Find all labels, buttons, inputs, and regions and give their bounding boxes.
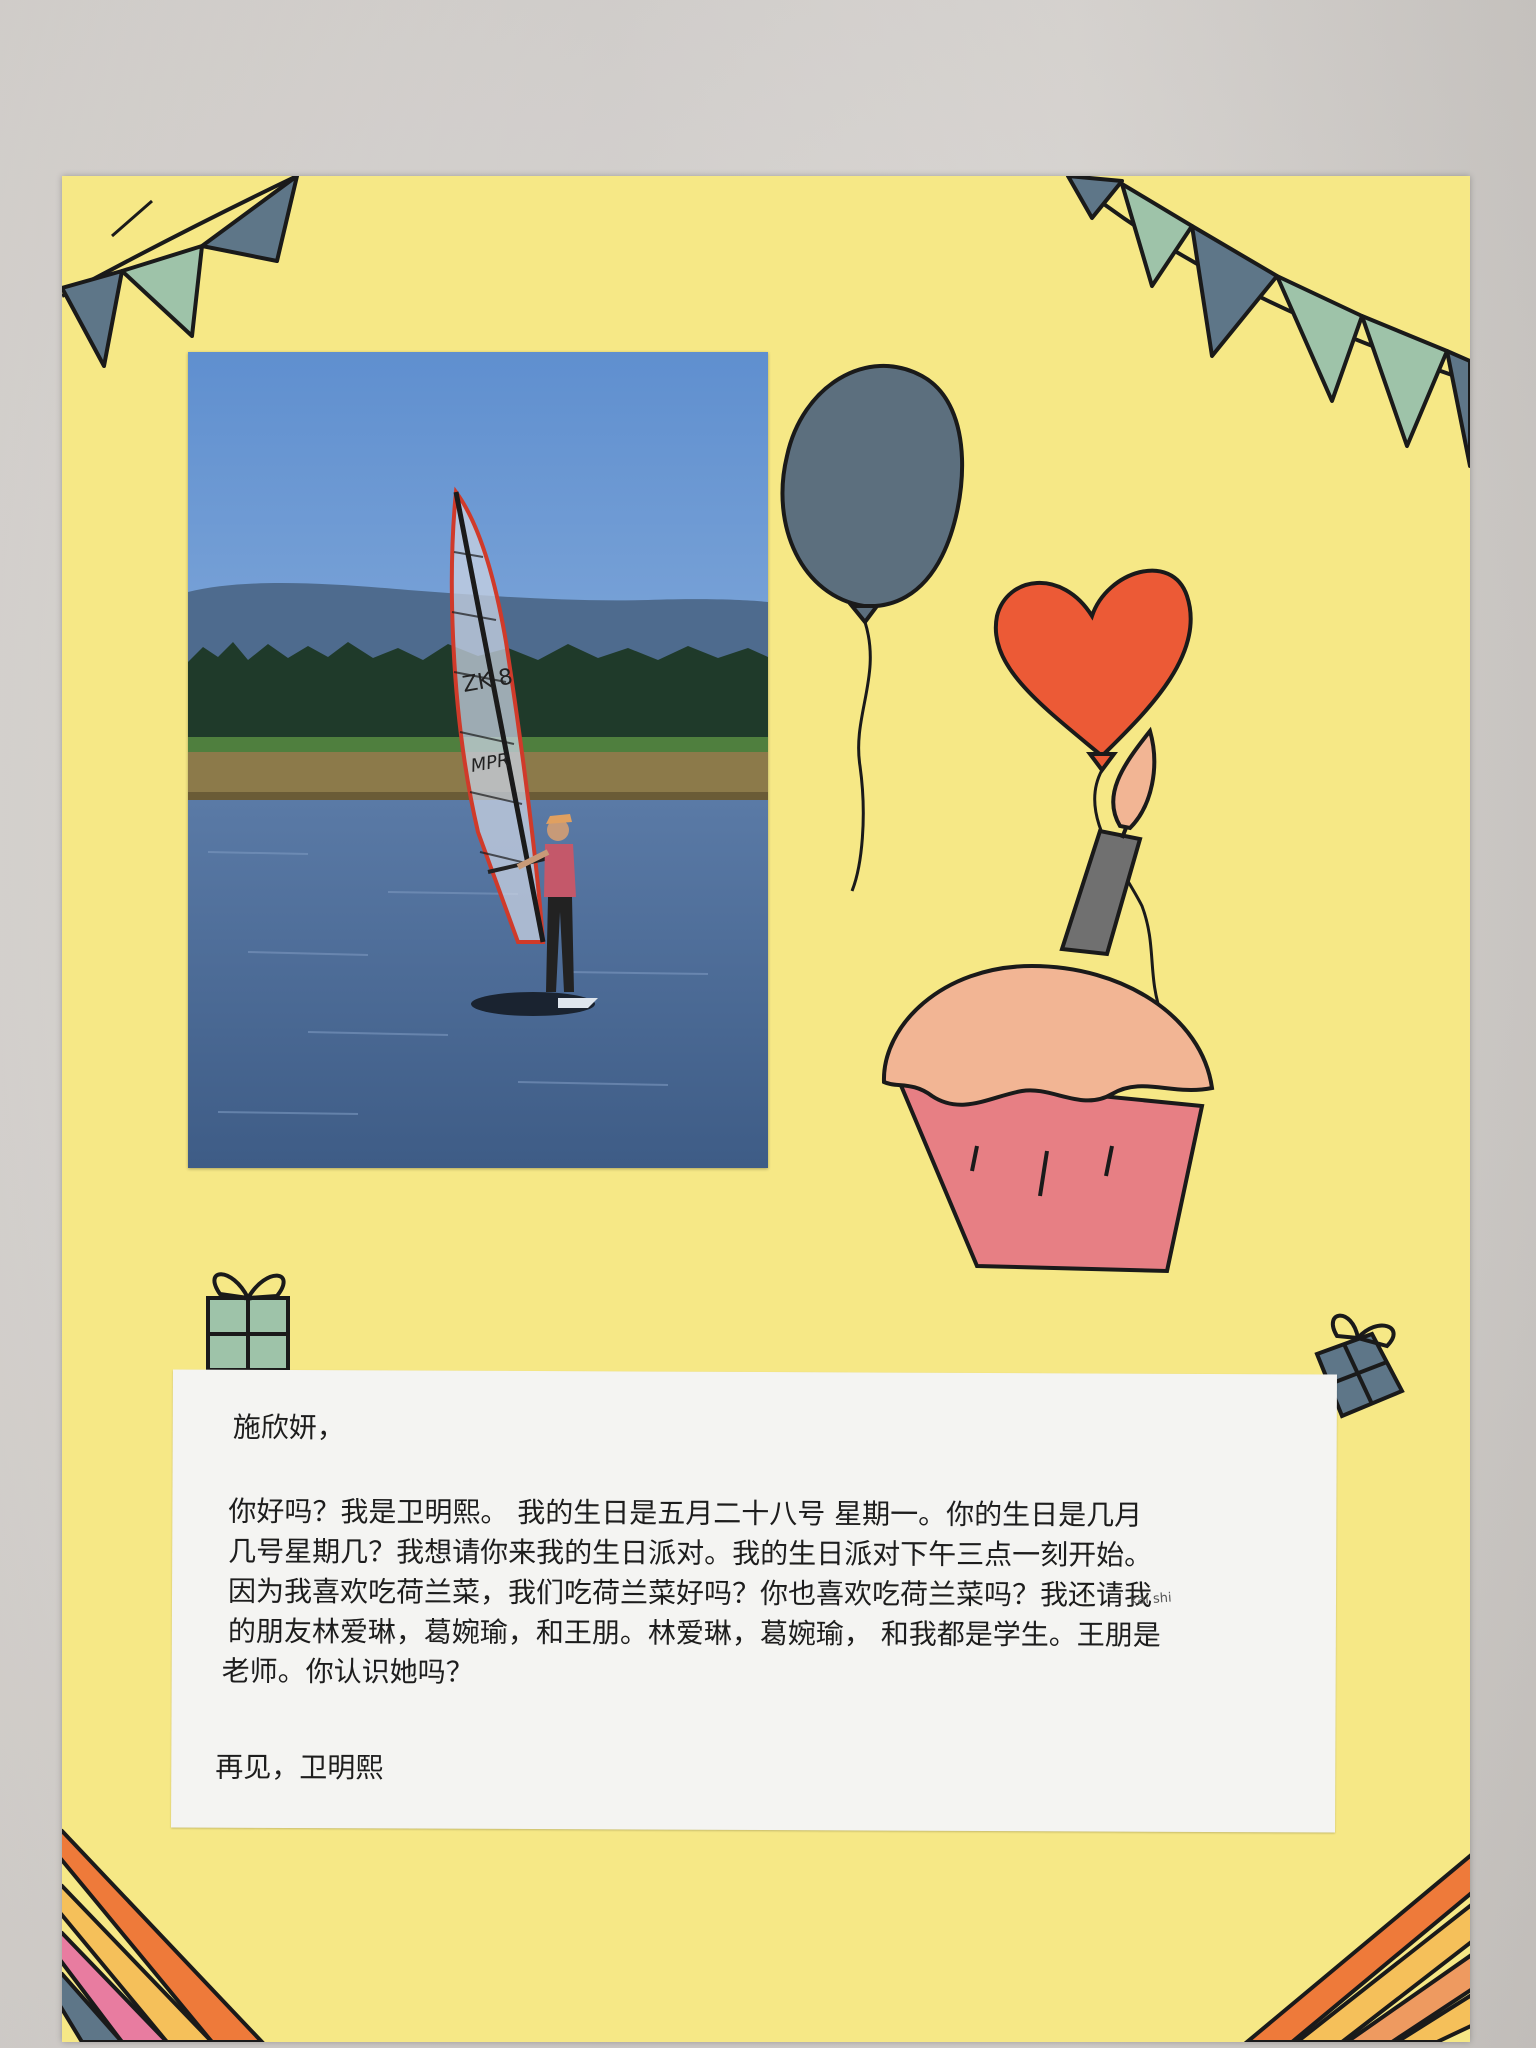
letter-greeting: 施欣妍， [232, 1410, 345, 1445]
cupcake-icon [881, 963, 1215, 1274]
rainbow-stripes-icon [1243, 1853, 1470, 2042]
birthday-invitation-poster: ZK 8 MPR 施欣妍， 你好吗？我是卫明熙。 我的生日是五月二十八号 星期一… [62, 176, 1470, 2042]
letter-body-line: 几号星期几？我想请你来我的生日派对。我的生日派对下午三点一刻开始。 [228, 1534, 1153, 1572]
windsurfing-photo: ZK 8 MPR [188, 352, 768, 1168]
pencil-annotation: kai shi [1129, 1590, 1173, 1609]
letter-body-line: 的朋友林爱琳，葛婉瑜，和王朋。林爱琳，葛婉瑜， 和我都是学生。王朋是 [227, 1614, 1161, 1652]
bunting-flags-icon [1066, 176, 1470, 468]
letter-body-line: 老师。你认识她吗？ [221, 1654, 474, 1689]
balloon-icon [780, 364, 965, 892]
letter-signoff: 再见，卫明熙 [215, 1750, 384, 1785]
rainbow-stripes-icon [62, 1828, 265, 2042]
letter-body-line: 你好吗？我是卫明熙。 我的生日是五月二十八号 星期一。你的生日是几月 [228, 1494, 1143, 1532]
gift-box-icon [206, 1272, 290, 1372]
bunting-flags-icon [62, 176, 299, 368]
